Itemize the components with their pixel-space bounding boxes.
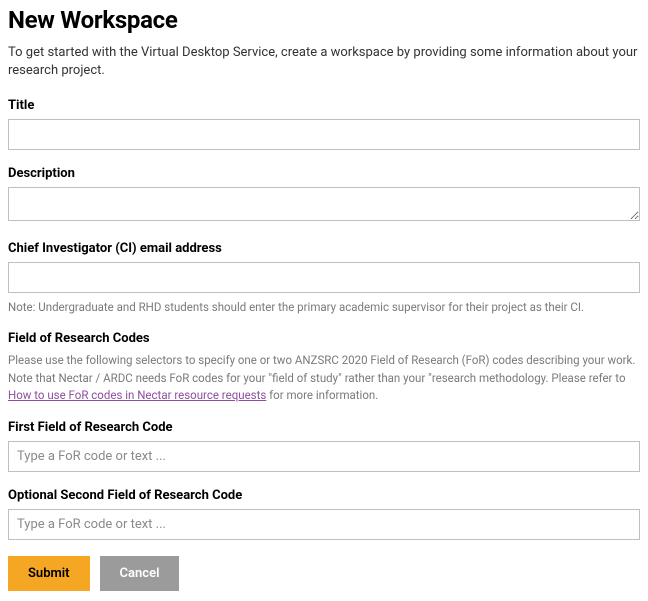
for-codes-desc-post: for more information. xyxy=(266,388,378,402)
ci-email-note: Note: Undergraduate and RHD students sho… xyxy=(8,299,640,315)
submit-button[interactable]: Submit xyxy=(8,556,90,591)
for1-input[interactable] xyxy=(8,441,640,472)
intro-text: To get started with the Virtual Desktop … xyxy=(8,44,640,80)
for1-group: First Field of Research Code xyxy=(8,420,640,472)
description-input[interactable] xyxy=(8,187,640,221)
title-group: Title xyxy=(8,98,640,150)
for-codes-help-link[interactable]: How to use FoR codes in Nectar resource … xyxy=(8,388,266,402)
description-label: Description xyxy=(8,166,640,181)
page-title: New Workspace xyxy=(8,6,640,34)
description-group: Description xyxy=(8,166,640,225)
button-row: Submit Cancel xyxy=(8,556,640,591)
for-codes-description: Please use the following selectors to sp… xyxy=(8,352,640,404)
for2-group: Optional Second Field of Research Code xyxy=(8,488,640,540)
for1-label: First Field of Research Code xyxy=(8,420,640,435)
title-input[interactable] xyxy=(8,119,640,150)
for-codes-heading: Field of Research Codes xyxy=(8,331,640,346)
title-label: Title xyxy=(8,98,640,113)
for-codes-section: Field of Research Codes Please use the f… xyxy=(8,331,640,404)
for2-input[interactable] xyxy=(8,509,640,540)
for2-label: Optional Second Field of Research Code xyxy=(8,488,640,503)
ci-email-group: Chief Investigator (CI) email address No… xyxy=(8,241,640,315)
ci-email-label: Chief Investigator (CI) email address xyxy=(8,241,640,256)
cancel-button[interactable]: Cancel xyxy=(100,556,180,591)
ci-email-input[interactable] xyxy=(8,262,640,293)
for-codes-desc-pre: Please use the following selectors to sp… xyxy=(8,353,635,384)
